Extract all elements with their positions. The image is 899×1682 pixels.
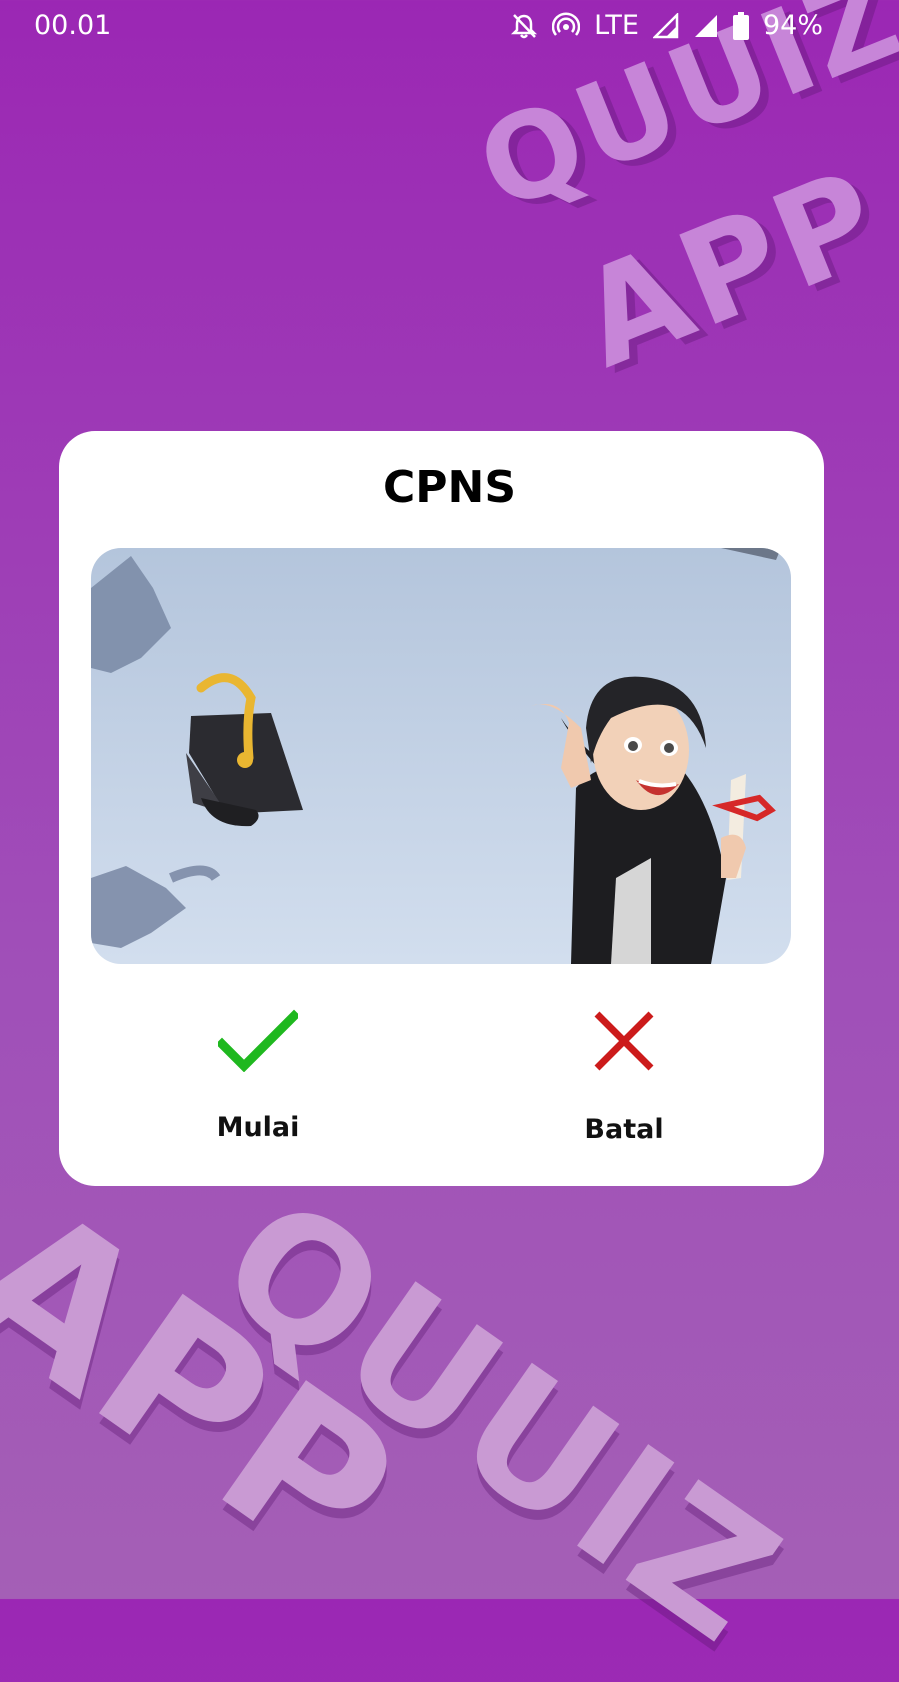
status-time: 00.01 [34, 10, 112, 41]
bell-off-icon [510, 12, 538, 40]
check-icon [158, 1008, 358, 1072]
status-icons: LTE 94% [510, 10, 823, 41]
close-icon [524, 1008, 724, 1074]
status-bar: 00.01 LTE 94% [0, 0, 899, 52]
hotspot-icon [552, 11, 581, 40]
battery-icon [732, 11, 749, 40]
cancel-button[interactable]: Batal [524, 1008, 724, 1145]
signal-icon [693, 13, 719, 39]
start-button[interactable]: Mulai [158, 1008, 358, 1143]
battery-percent: 94% [762, 10, 823, 41]
cancel-label: Batal [584, 1114, 664, 1145]
start-label: Mulai [216, 1112, 300, 1143]
graduation-illustration [91, 548, 791, 964]
signal-icon [652, 12, 679, 39]
dialog-title: CPNS [382, 462, 517, 513]
network-type: LTE [594, 10, 639, 41]
